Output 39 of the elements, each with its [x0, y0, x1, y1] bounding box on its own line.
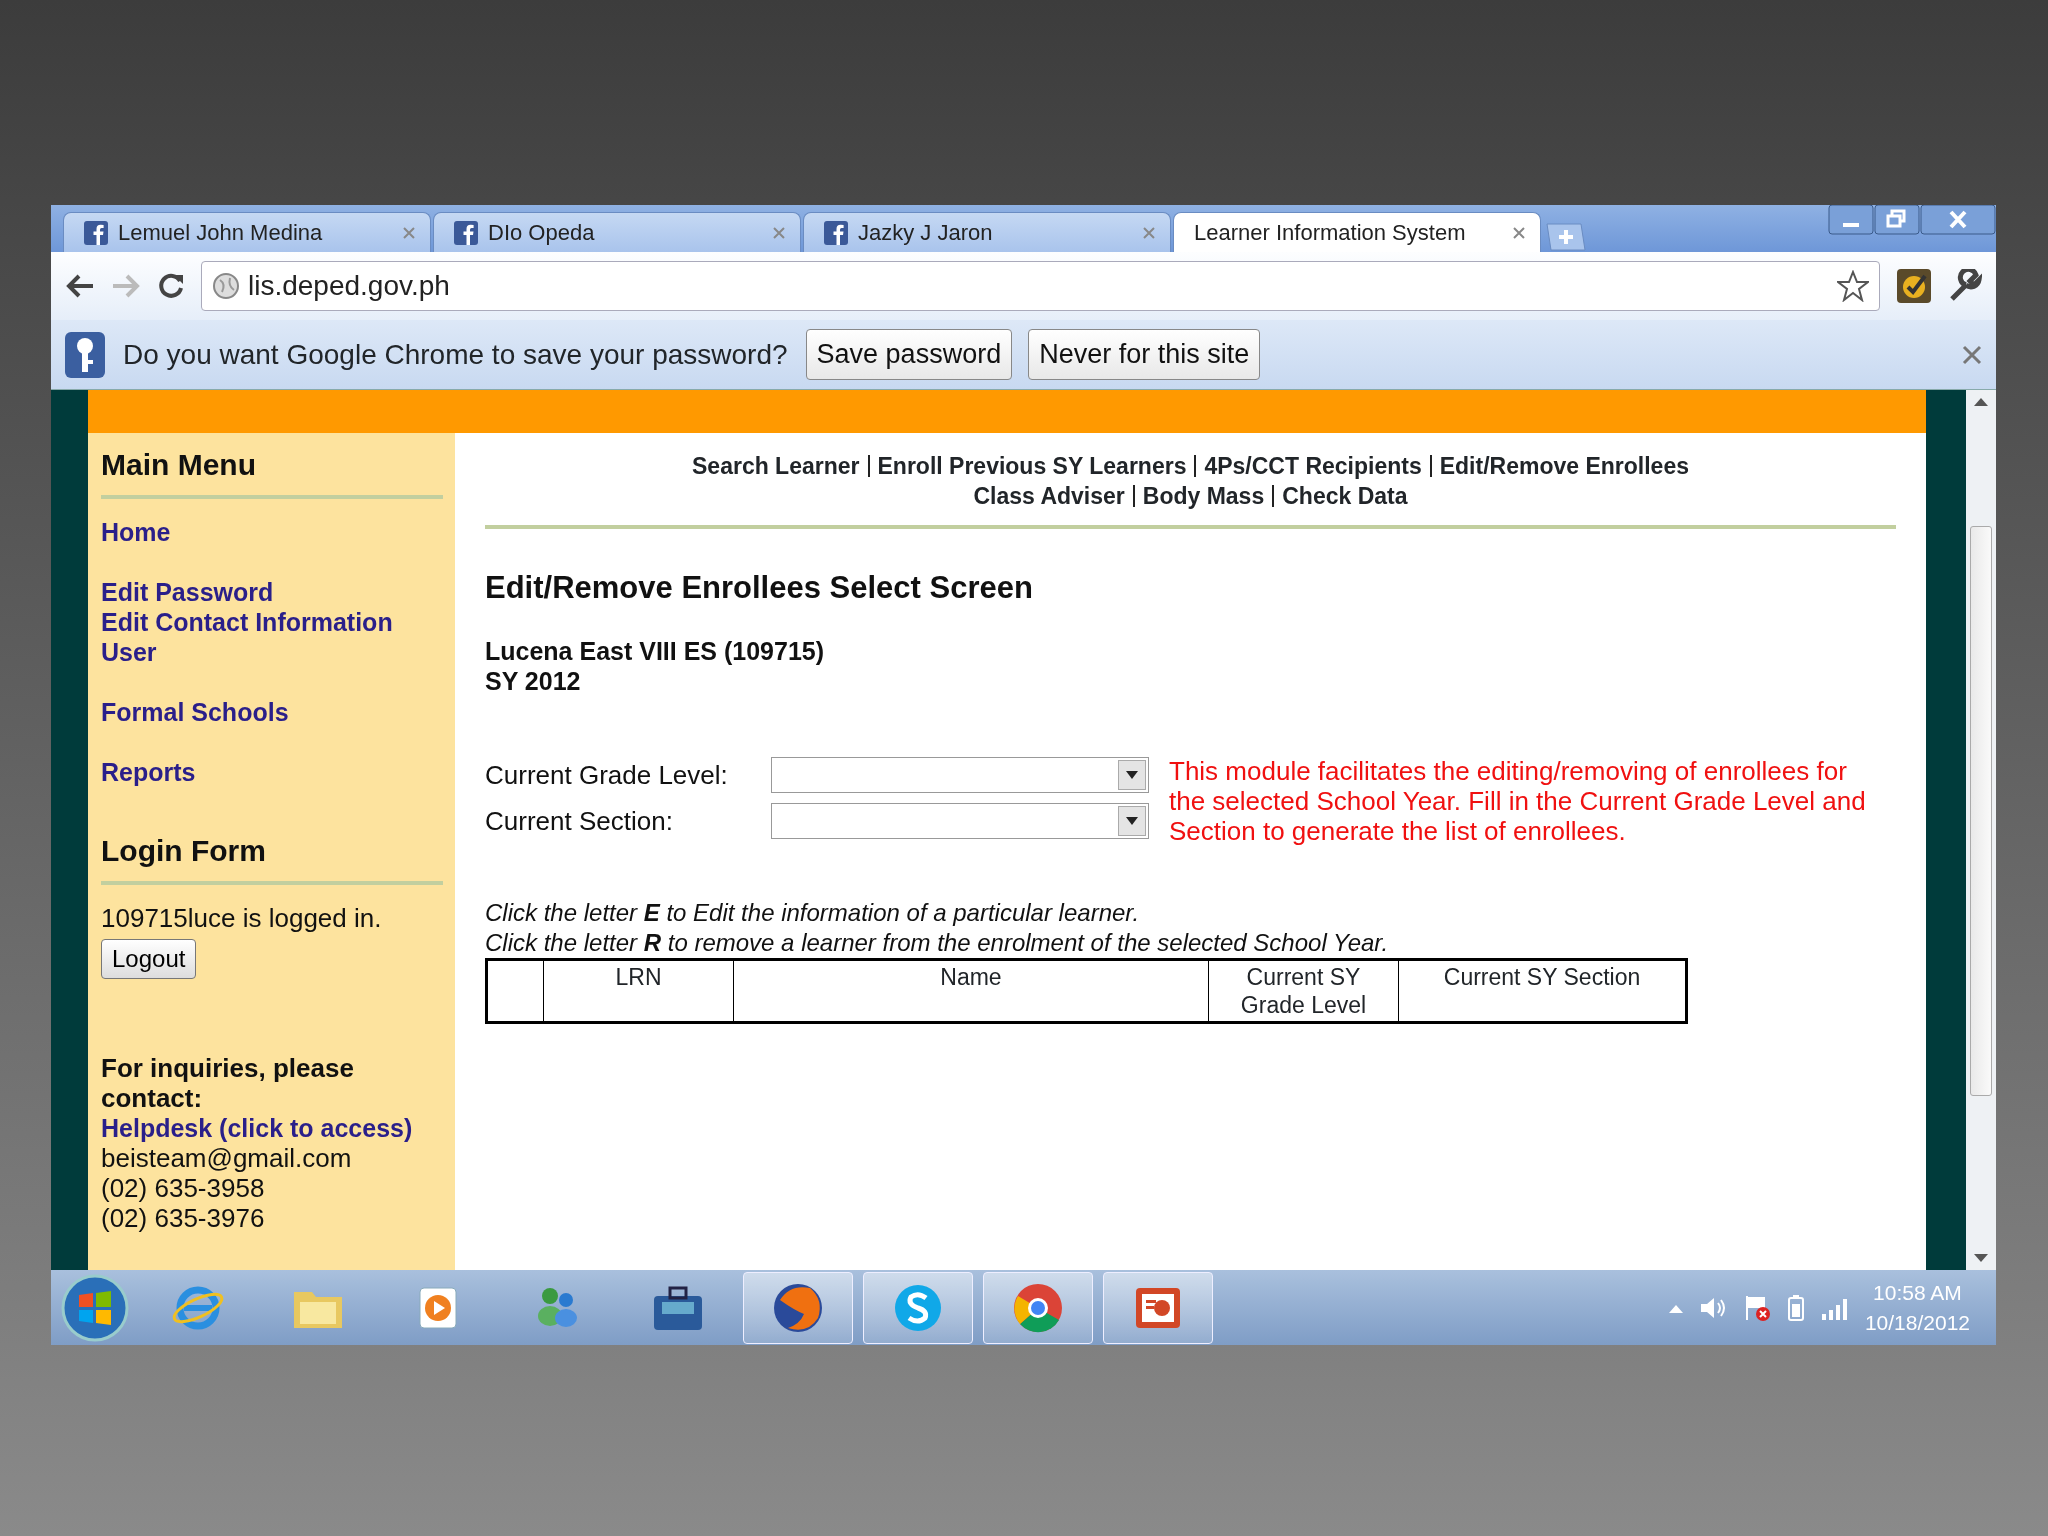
- infobar-button[interactable]: Never for this site: [1028, 329, 1261, 380]
- contact-text: beisteam@gmail.com: [101, 1143, 353, 1173]
- menu-link[interactable]: Reports: [101, 757, 443, 787]
- contact-text: (02) 635-3976: [101, 1203, 266, 1233]
- logout-button[interactable]: Logout: [101, 939, 197, 979]
- menu-link[interactable]: Formal Schools: [101, 697, 443, 727]
- menu-link[interactable]: User: [101, 637, 443, 667]
- browser-tab[interactable]: Jazky J Jaron: [803, 212, 1171, 252]
- nav-link[interactable]: Enroll Previous SY Learners: [877, 451, 1187, 481]
- field-label: Current Grade Level:: [485, 758, 729, 792]
- url-text: lis.deped.gov.ph: [248, 269, 450, 303]
- menu-link[interactable]: Edit Password: [101, 577, 443, 607]
- nav-link[interactable]: Class Adviser: [973, 481, 1125, 511]
- infobar-message: Do you want Google Chrome to save your password?: [123, 337, 788, 372]
- address-bar[interactable]: lis.deped.gov.ph: [201, 261, 1880, 311]
- menu-heading: Main Menu: [101, 447, 257, 483]
- school-year: SY 2012: [485, 666, 582, 697]
- infobar-button[interactable]: Save password: [805, 329, 1013, 380]
- nav-link[interactable]: Body Mass: [1142, 481, 1265, 511]
- school-name: Lucena East VIII ES (109715): [485, 636, 826, 667]
- page-title: Edit/Remove Enrollees Select Screen: [485, 569, 1034, 607]
- nav-link[interactable]: Search Learner: [692, 451, 860, 481]
- browser-tab[interactable]: DIo Opeda: [433, 212, 801, 252]
- contact-heading: For inquiries, please contact:: [101, 1053, 355, 1113]
- nav-link[interactable]: Check Data: [1282, 481, 1408, 511]
- instruction-text: Click the letter R to remove a learner from the enrolment of the selected School Year.: [485, 928, 1390, 959]
- info-message: This module facilitates the editing/removing of enrollees for the selected School Year. Fill in the Current Grade Level and Section to generate the list of enrollees.: [1169, 756, 1867, 847]
- login-heading: Login Form: [101, 833, 267, 869]
- menu-link[interactable]: Edit Contact Information: [101, 607, 443, 637]
- field-label: Current Section:: [485, 804, 674, 838]
- contact-text: (02) 635-3958: [101, 1173, 266, 1203]
- login-status: 109715luce is logged in.: [101, 903, 383, 933]
- helpdesk-link[interactable]: Helpdesk (click to access): [101, 1113, 443, 1143]
- browser-tab[interactable]: Lemuel John Medina: [63, 212, 431, 252]
- browser-tab[interactable]: Learner Information System: [1173, 212, 1541, 252]
- nav-link[interactable]: 4Ps/CCT Recipients: [1204, 451, 1422, 481]
- nav-link[interactable]: Edit/Remove Enrollees: [1439, 451, 1689, 481]
- menu-link[interactable]: Home: [101, 517, 443, 547]
- instruction-text: Click the letter E to Edit the information of a particular learner.: [485, 898, 1141, 929]
